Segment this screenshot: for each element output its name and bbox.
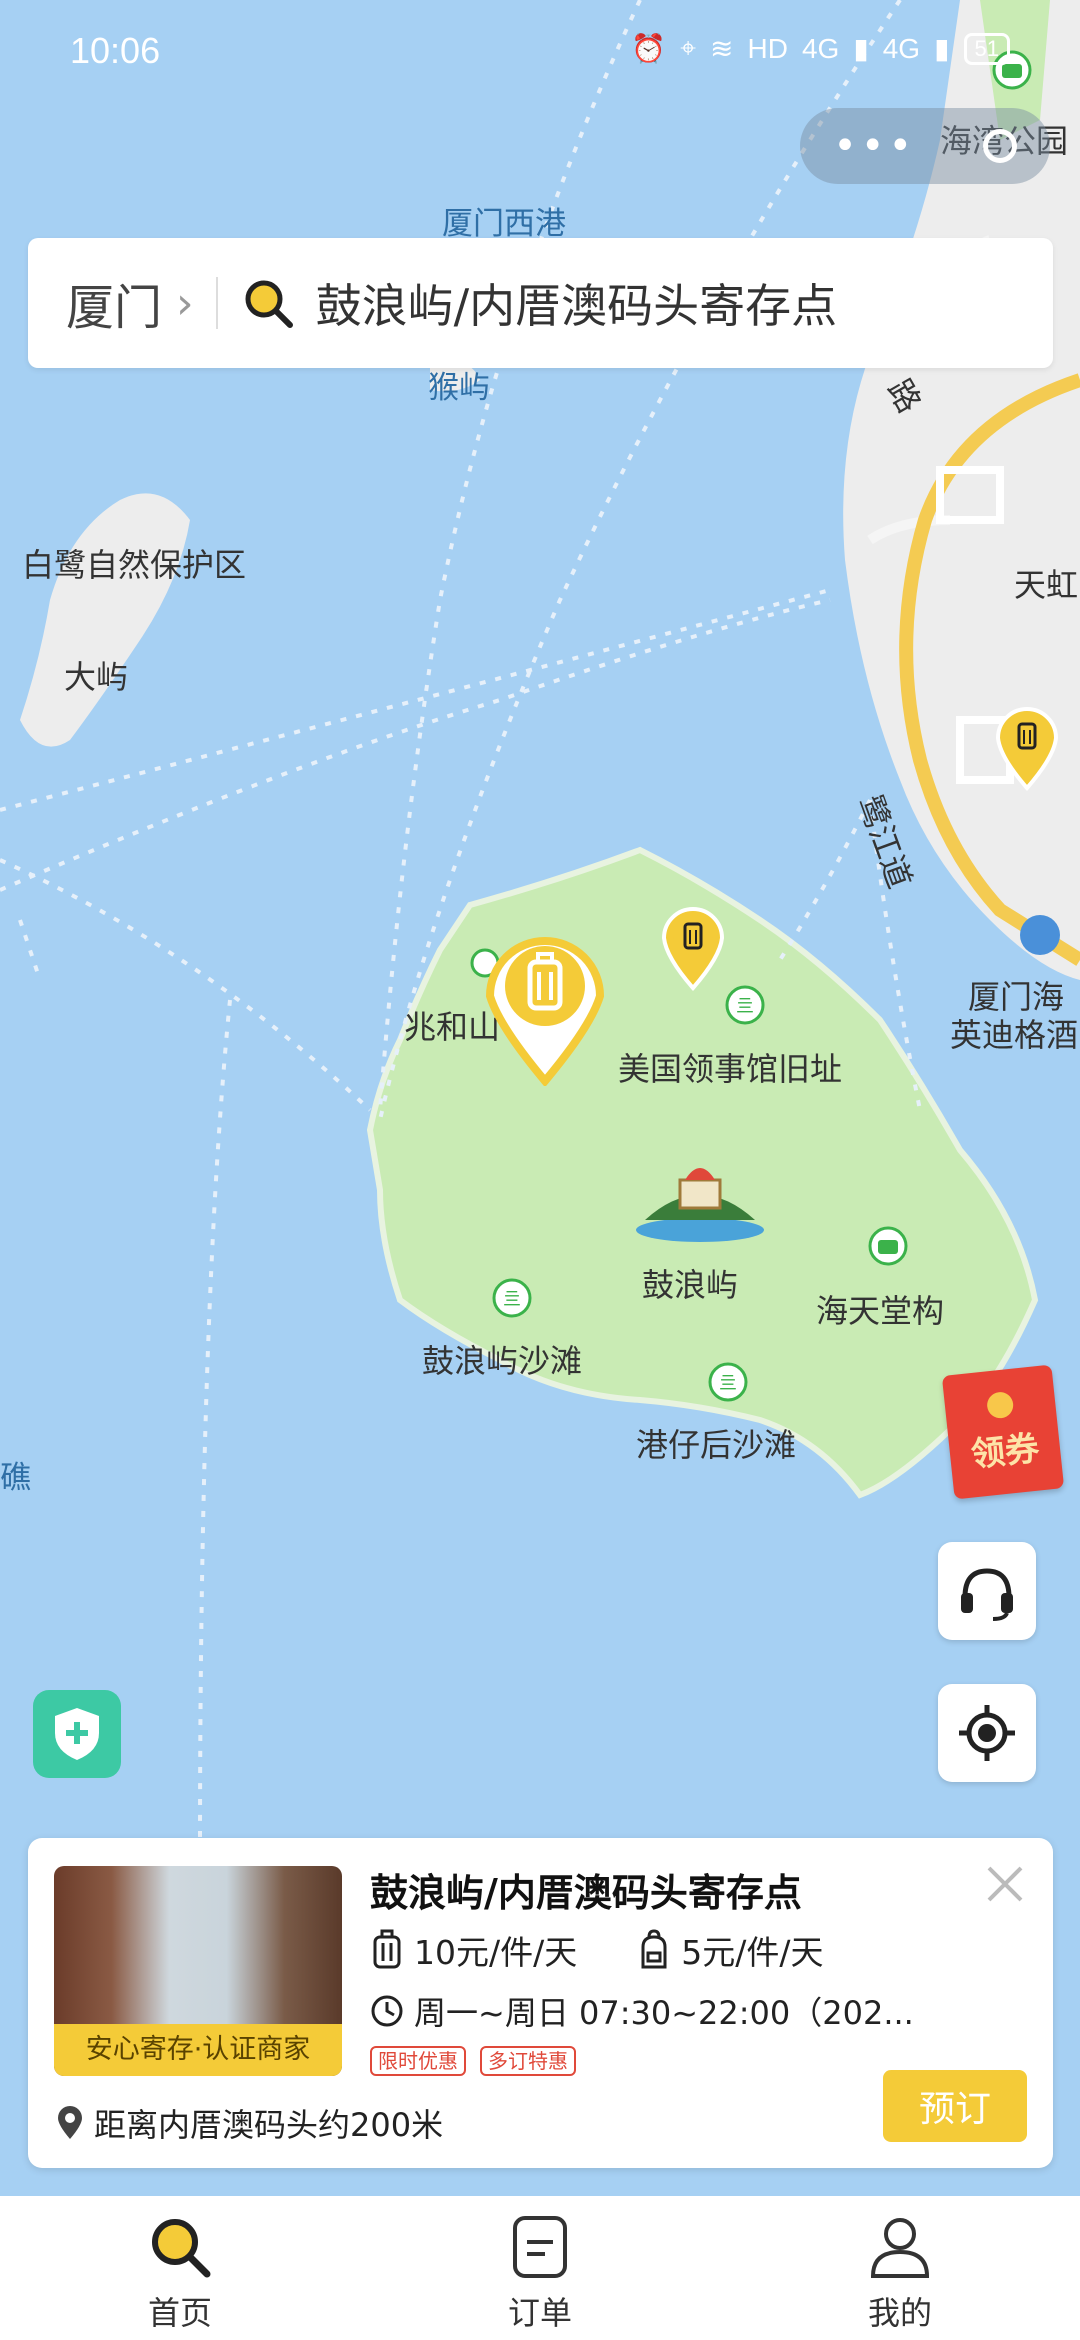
bottom-tab-bar: 首页 订单 我的 [0, 2196, 1080, 2340]
signal-icon: ▮ [934, 33, 950, 64]
distance-row: 距离内厝澳码头约200米 [56, 2100, 443, 2146]
location-pin-icon [58, 2106, 82, 2139]
map-label-tianhong: 天虹 [1014, 566, 1079, 604]
svg-text:亖: 亖 [736, 996, 754, 1017]
location-icon: ⌖ [680, 32, 697, 63]
coin-icon [985, 1390, 1015, 1419]
customer-service-button[interactable] [938, 1542, 1036, 1640]
tab-label: 首页 [147, 2294, 212, 2332]
search-icon [152, 2219, 211, 2278]
alarm-icon: ⏰ [631, 33, 667, 64]
tab-orders[interactable]: 订单 [360, 2196, 720, 2340]
safety-button[interactable] [33, 1690, 121, 1778]
map-label-west-harbor: 厦门西港 [442, 206, 566, 242]
map-label-gly-beach: 鼓浪屿沙滩 [422, 1342, 583, 1380]
search-input[interactable]: 鼓浪屿/内厝澳码头寄存点 [316, 270, 838, 336]
tab-label: 订单 [507, 2294, 572, 2332]
bag-price: 5元/件/天 [681, 1933, 824, 1972]
tab-home[interactable]: 首页 [0, 2196, 360, 2340]
tab-label: 我的 [867, 2294, 932, 2332]
network-label: HD [747, 32, 788, 64]
promo-tag: 限时优惠 [370, 2046, 466, 2076]
backpack-icon [641, 1929, 667, 1969]
order-icon [513, 2216, 567, 2278]
divider [215, 277, 218, 329]
clock-icon [371, 1995, 403, 2027]
crosshair-icon [959, 1705, 1015, 1761]
price-row: 10元/件/天 5元/件/天 [370, 1926, 823, 1974]
map-label-egret-reserve: 白鹭自然保护区 [22, 546, 247, 584]
storage-pin[interactable] [994, 702, 1060, 792]
svg-text:亖: 亖 [719, 1373, 737, 1394]
store-title: 鼓浪屿/内厝澳码头寄存点 [370, 1871, 802, 1915]
close-miniprogram-icon[interactable] [982, 129, 1017, 163]
map-label-hou-islet: 猴屿 [428, 370, 490, 406]
promo-tag: 多订特惠 [480, 2046, 576, 2076]
status-time: 10:06 [70, 30, 161, 71]
certified-badge: 安心寄存·认证商家 [54, 2024, 342, 2076]
luggage-price: 10元/件/天 [414, 1933, 578, 1972]
svg-text:亖: 亖 [503, 1289, 521, 1310]
city-selector[interactable]: 厦门 [66, 268, 162, 338]
map-label-gulangyu: 鼓浪屿 [642, 1266, 739, 1304]
storage-info-card[interactable]: 安心寄存·认证商家 鼓浪屿/内厝澳码头寄存点 10元/件/天 5元/件/天 周一… [28, 1838, 1053, 2168]
luggage-icon [373, 1929, 401, 1969]
more-icon[interactable]: ••• [833, 126, 916, 166]
opening-hours: 周一~周日 07:30~22:00（202... [414, 1994, 914, 2032]
map-label-us-consulate: 美国领事馆旧址 [618, 1050, 843, 1088]
shield-plus-icon [55, 1708, 99, 1760]
status-bar: 10:06 ⏰ ⌖ ≋ HD 4G ▮ 4G ▮ 51 [0, 0, 1080, 100]
coupon-button[interactable]: 领券 [941, 1364, 1065, 1500]
search-bar[interactable]: 厦门 › 鼓浪屿/内厝澳码头寄存点 [28, 238, 1053, 368]
status-icons: ⏰ ⌖ ≋ HD 4G ▮ 4G ▮ 51 [631, 32, 1010, 65]
signal-label: 4G [801, 32, 840, 64]
close-icon[interactable] [983, 1862, 1027, 1906]
storage-pin[interactable] [660, 902, 726, 992]
signal-icon: ▮ [853, 33, 869, 64]
map-label-gangzaihou: 港仔后沙滩 [636, 1426, 797, 1464]
storage-pin-selected[interactable] [484, 926, 606, 1086]
search-icon [245, 280, 293, 328]
coupon-label: 领券 [969, 1427, 1041, 1475]
map-label-jiao: 礁 [0, 1460, 31, 1496]
locate-me-button[interactable] [938, 1684, 1036, 1782]
headset-icon [961, 1568, 1013, 1621]
miniprogram-capsule[interactable]: ••• [800, 108, 1050, 184]
promo-tags: 限时优惠 多订特惠 [370, 2046, 576, 2076]
book-button[interactable]: 预订 [883, 2070, 1027, 2142]
battery-icon: 51 [963, 32, 1010, 65]
hours-row: 周一~周日 07:30~22:00（202... [370, 1988, 914, 2034]
distance-text: 距离内厝澳码头约200米 [94, 2106, 444, 2144]
wifi-icon: ≋ [710, 33, 734, 64]
map-label-da-islet: 大屿 [64, 658, 129, 696]
chevron-right-icon: › [176, 277, 194, 329]
store-photo[interactable]: 安心寄存·认证商家 [54, 1866, 342, 2076]
tab-mine[interactable]: 我的 [720, 2196, 1080, 2340]
map-label-xiamen-hotel-2: 英迪格酒 [950, 1016, 1079, 1054]
map-label-haitian: 海天堂构 [816, 1292, 945, 1330]
signal-label-2: 4G [882, 32, 921, 64]
user-icon [870, 2218, 930, 2278]
